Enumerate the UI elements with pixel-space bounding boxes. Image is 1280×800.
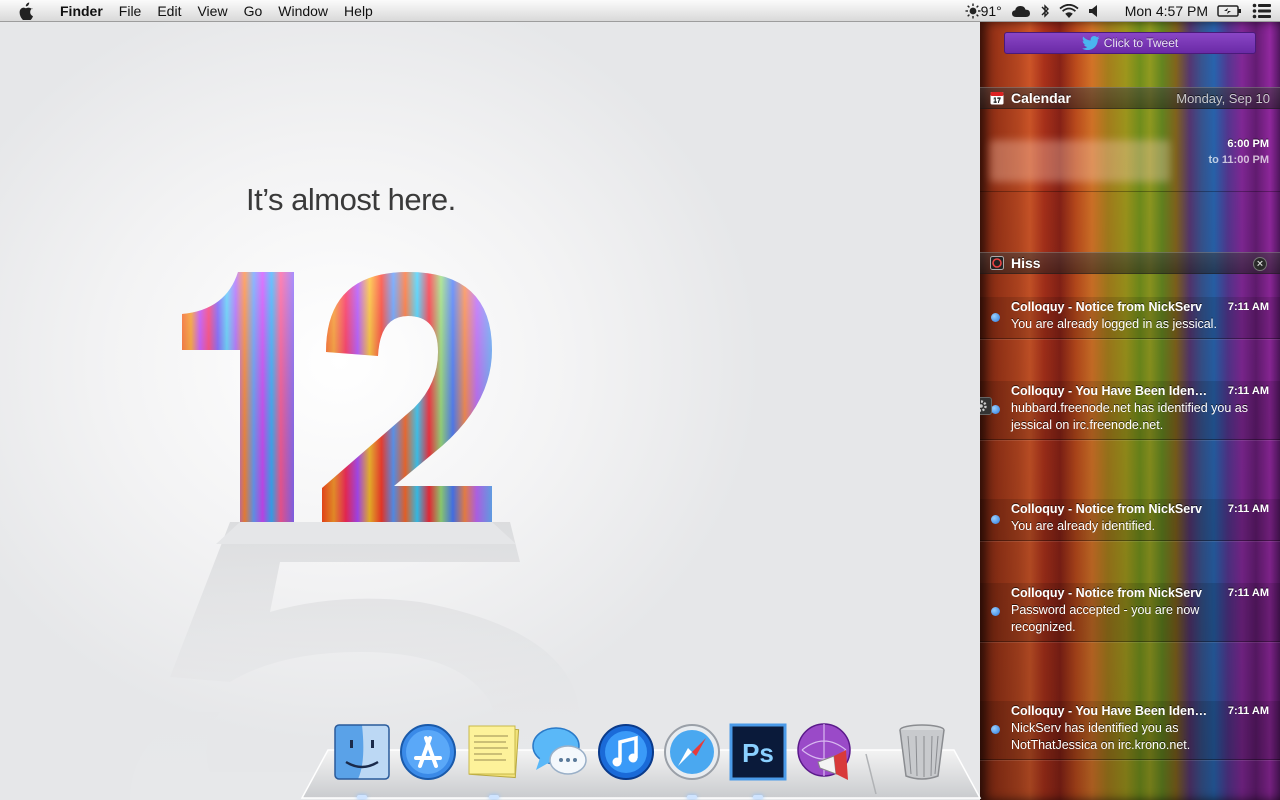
photoshop-running-indicator (753, 795, 763, 799)
notification-title: Colloquy - You Have Been Iden… (1011, 384, 1208, 398)
sun-icon (965, 3, 981, 19)
menu-app-finder[interactable]: Finder (52, 0, 111, 22)
notification-title: Colloquy - You Have Been Iden… (1011, 704, 1208, 718)
notification-center-icon[interactable] (1252, 3, 1272, 19)
unread-dot-icon (991, 515, 1000, 524)
wifi-icon[interactable] (1059, 3, 1079, 19)
svg-text:17: 17 (993, 98, 1001, 105)
notification-item[interactable]: Colloquy - Notice from NickServ 7:11 AM … (980, 583, 1280, 642)
notification-body: NickServ has identified you as NotThatJe… (1011, 721, 1191, 752)
bluetooth-icon[interactable] (1040, 3, 1050, 19)
status-area: 91° Mon 4:57 PM (965, 0, 1272, 22)
battery-icon[interactable] (1217, 4, 1243, 18)
hiss-section-header[interactable]: Hiss × (980, 252, 1280, 274)
safari-running-indicator (687, 795, 697, 799)
trash-icon[interactable] (892, 722, 952, 782)
messages-icon[interactable] (530, 722, 590, 782)
notification-time: 7:11 AM (1227, 705, 1269, 717)
notification-settings-gear-icon[interactable] (980, 397, 992, 415)
calendar-icon: 17 (990, 92, 1004, 105)
notification-title: Colloquy - Notice from NickServ (1011, 586, 1203, 600)
unread-dot-icon (991, 313, 1000, 322)
hiss-app-icon (990, 256, 1004, 270)
tweet-label: Click to Tweet (1103, 36, 1179, 50)
notification-title: Colloquy - Notice from NickServ (1011, 300, 1203, 314)
calendar-event-time: 6:00 PM (1227, 138, 1269, 150)
calendar-event-end: to 11:00 PM (1208, 154, 1269, 166)
calendar-event-title-blurred (990, 140, 1170, 182)
calendar-event[interactable]: 6:00 PM to 11:00 PM (980, 132, 1280, 192)
clear-hiss-close-icon[interactable]: × (1253, 257, 1267, 271)
click-to-tweet-button[interactable]: Click to Tweet (1004, 32, 1256, 54)
volume-icon[interactable] (1088, 4, 1100, 18)
weather-temp: 91° (980, 3, 1002, 19)
weather-status[interactable]: 91° (965, 0, 1002, 22)
headline-text: It’s almost here. (246, 182, 456, 217)
notification-item[interactable]: Colloquy - Notice from NickServ 7:11 AM … (980, 297, 1280, 339)
menu-help[interactable]: Help (336, 0, 381, 22)
menu-view[interactable]: View (189, 0, 235, 22)
notification-time: 7:11 AM (1227, 503, 1269, 515)
notification-item[interactable]: Colloquy - Notice from NickServ 7:11 AM … (980, 499, 1280, 541)
desktop: It’s almost here. (0, 22, 980, 800)
itunes-icon[interactable] (596, 722, 656, 782)
notification-center: Click to Tweet 17 Calendar Monday, Sep 1… (980, 22, 1280, 800)
calendar-section-header[interactable]: 17 Calendar Monday, Sep 10 (980, 87, 1280, 109)
notification-item[interactable]: Colloquy - You Have Been Iden… 7:11 AM h… (980, 381, 1280, 440)
notification-item[interactable]: Colloquy - You Have Been Iden… 7:11 AM N… (980, 701, 1280, 760)
finder-icon[interactable] (332, 722, 392, 782)
calendar-label: Calendar (1011, 90, 1071, 106)
unread-dot-icon (991, 725, 1000, 734)
twitter-bird-icon (1081, 36, 1100, 50)
notification-body: You are already logged in as jessical. (1011, 317, 1217, 331)
notification-time: 7:11 AM (1227, 301, 1269, 313)
menu-edit[interactable]: Edit (149, 0, 189, 22)
photoshop-icon[interactable]: Ps (728, 722, 788, 782)
notification-time: 7:11 AM (1227, 385, 1269, 397)
unread-dot-icon (991, 405, 1000, 414)
notification-title: Colloquy - Notice from NickServ (1011, 502, 1203, 516)
unread-dot-icon (991, 607, 1000, 616)
apple-menu-icon[interactable] (18, 2, 40, 20)
menu-bar: Finder File Edit View Go Window Help 91°… (0, 0, 1280, 22)
growl-icon[interactable] (794, 722, 854, 782)
notification-time: 7:11 AM (1227, 587, 1269, 599)
stickies-icon[interactable] (464, 722, 524, 782)
menu-file[interactable]: File (111, 0, 150, 22)
cloud-icon[interactable] (1011, 4, 1031, 18)
notification-body: Password accepted - you are now recogniz… (1011, 603, 1200, 634)
notification-body: hubbard.freenode.net has identified you … (1011, 401, 1248, 432)
menu-go[interactable]: Go (236, 0, 271, 22)
hiss-label: Hiss (1011, 255, 1041, 271)
photoshop-label: Ps (742, 738, 774, 768)
calendar-date: Monday, Sep 10 (1176, 90, 1270, 106)
safari-icon[interactable] (662, 722, 722, 782)
notification-body: You are already identified. (1011, 519, 1156, 533)
clock-text[interactable]: Mon 4:57 PM (1125, 0, 1208, 22)
finder-running-indicator (357, 795, 367, 799)
stickies-running-indicator (489, 795, 499, 799)
menu-window[interactable]: Window (270, 0, 336, 22)
app-store-icon[interactable] (398, 722, 458, 782)
big-twelve-graphic (182, 272, 516, 544)
